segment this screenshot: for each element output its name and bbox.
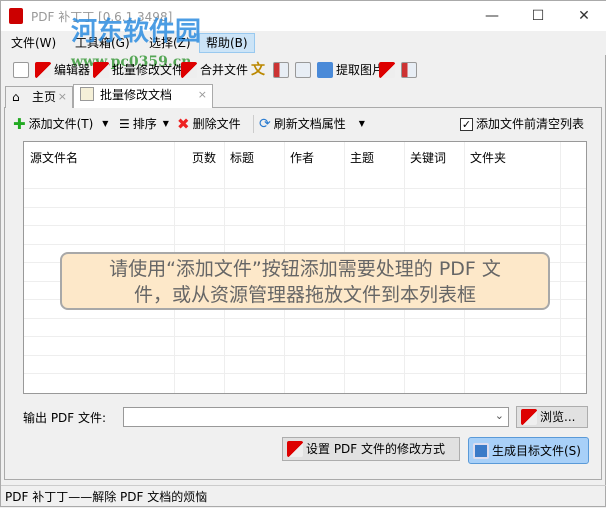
merge-icon (181, 62, 197, 78)
column-header-keywords[interactable]: 关键词 (410, 146, 446, 170)
clear-before-add-checkbox[interactable]: ✓ 添加文件前清空列表 (460, 114, 584, 134)
output-file-combobox[interactable]: ⌄ (123, 407, 509, 427)
check-icon: ✓ (460, 117, 473, 131)
column-header-folder[interactable]: 文件夹 (470, 146, 506, 170)
pdf-settings-icon (287, 441, 303, 457)
refresh-label: 刷新文档属性 (273, 117, 346, 131)
plus-icon: ✚ (13, 115, 26, 133)
editor-button[interactable]: 编辑器 (35, 60, 90, 80)
modify-settings-button[interactable]: 设置 PDF 文件的修改方式 (282, 437, 460, 461)
extract-label: 提取图片 (336, 63, 385, 77)
watermark-logo: 河东软件园 (71, 17, 202, 47)
home-icon: ⌂ (12, 90, 20, 104)
tab-batch-label: 批量修改文档 (100, 88, 173, 102)
column-header-author[interactable]: 作者 (290, 146, 314, 170)
extract-images-button[interactable]: 提取图片 (317, 60, 384, 80)
column-header-title[interactable]: 标题 (230, 146, 254, 170)
batch-button[interactable]: 批量修改文件 (93, 60, 184, 80)
merge-button[interactable]: 合并文件 (181, 60, 248, 80)
app-icon (9, 8, 23, 24)
pdf-edit-icon (35, 62, 51, 78)
save-icon (473, 442, 489, 459)
add-file-button[interactable]: ✚ 添加文件(T) ▼ (13, 114, 108, 134)
chevron-down-icon[interactable]: ▼ (102, 114, 108, 134)
sort-label: 排序 (132, 117, 157, 131)
status-bar: PDF 补丁丁——解除 PDF 文档的烦恼 (1, 485, 606, 508)
pdf-page-icon (273, 62, 289, 78)
sort-icon: ☰ (119, 117, 130, 131)
document-icon (80, 87, 94, 101)
menu-help[interactable]: 帮助(B) (199, 33, 255, 53)
convert-button[interactable] (379, 60, 395, 80)
tab-batch[interactable]: 批量修改文档 × (73, 84, 213, 108)
chevron-down-icon[interactable]: ▼ (359, 114, 365, 134)
column-header-pages[interactable]: 页数 (192, 146, 216, 170)
browse-label: 浏览... (540, 410, 576, 424)
checkbox-icon[interactable] (13, 60, 29, 80)
chevron-down-icon[interactable]: ▼ (163, 114, 169, 134)
remove-file-button[interactable]: ✖ 删除文件 (177, 114, 241, 134)
export-pdf-icon (401, 62, 417, 78)
generate-label: 生成目标文件(S) (492, 443, 581, 458)
minimize-button[interactable]: — (469, 1, 515, 31)
column-header-subject[interactable]: 主题 (350, 146, 374, 170)
browse-button[interactable]: 浏览... (516, 406, 588, 428)
generate-button[interactable]: 生成目标文件(S) (468, 437, 589, 464)
column-header-filename[interactable]: 源文件名 (30, 146, 78, 170)
refresh-icon: ⟳ (259, 116, 271, 132)
ocr-button[interactable]: 文 (251, 60, 267, 80)
close-button[interactable]: ✕ (561, 1, 606, 31)
sort-button[interactable]: ☰ 排序 ▼ (119, 114, 169, 134)
maximize-button[interactable]: ☐ (515, 1, 561, 31)
modify-settings-label: 设置 PDF 文件的修改方式 (306, 442, 446, 456)
batch-label: 批量修改文件 (112, 63, 185, 77)
merge-label: 合并文件 (200, 63, 249, 77)
image-icon (317, 62, 333, 78)
remove-file-label: 删除文件 (192, 117, 241, 131)
menu-file[interactable]: 文件(W) (5, 33, 62, 53)
pdf-tool-button[interactable] (273, 60, 289, 80)
file-list[interactable]: 源文件名 页数 标题 作者 主题 关键词 文件夹 请使用“添加文件”按钮添加需要… (23, 141, 587, 394)
tab-home[interactable]: ⌂ 主页 × (5, 86, 73, 108)
clear-before-add-label: 添加文件前清空列表 (476, 117, 585, 131)
export-button[interactable] (295, 60, 311, 80)
tab-batch-close[interactable]: × (198, 85, 207, 105)
delete-icon: ✖ (177, 115, 190, 133)
convert-icon (379, 62, 395, 78)
output-label: 输出 PDF 文件: (23, 411, 107, 425)
add-file-label: 添加文件(T) (28, 117, 94, 131)
refresh-button[interactable]: ⟳ 刷新文档属性 ▼ (259, 114, 365, 134)
chevron-down-icon[interactable]: ⌄ (495, 409, 504, 422)
tab-home-label: 主页 (32, 90, 57, 104)
editor-label: 编辑器 (54, 63, 91, 77)
export-icon (295, 62, 311, 78)
tab-home-close[interactable]: × (58, 87, 67, 107)
pdf-icon (521, 409, 537, 425)
hint-line-2: 件，或从资源管理器拖放文件到本列表框 (133, 284, 476, 306)
pdf-batch-icon (93, 62, 109, 78)
empty-list-hint: 请使用“添加文件”按钮添加需要处理的 PDF 文件，或从资源管理器拖放文件到本列… (60, 252, 550, 310)
toolbar-separator (253, 115, 254, 133)
hint-line-1: 请使用“添加文件”按钮添加需要处理的 PDF 文 (109, 258, 501, 280)
export-pdf-button[interactable] (401, 60, 417, 80)
